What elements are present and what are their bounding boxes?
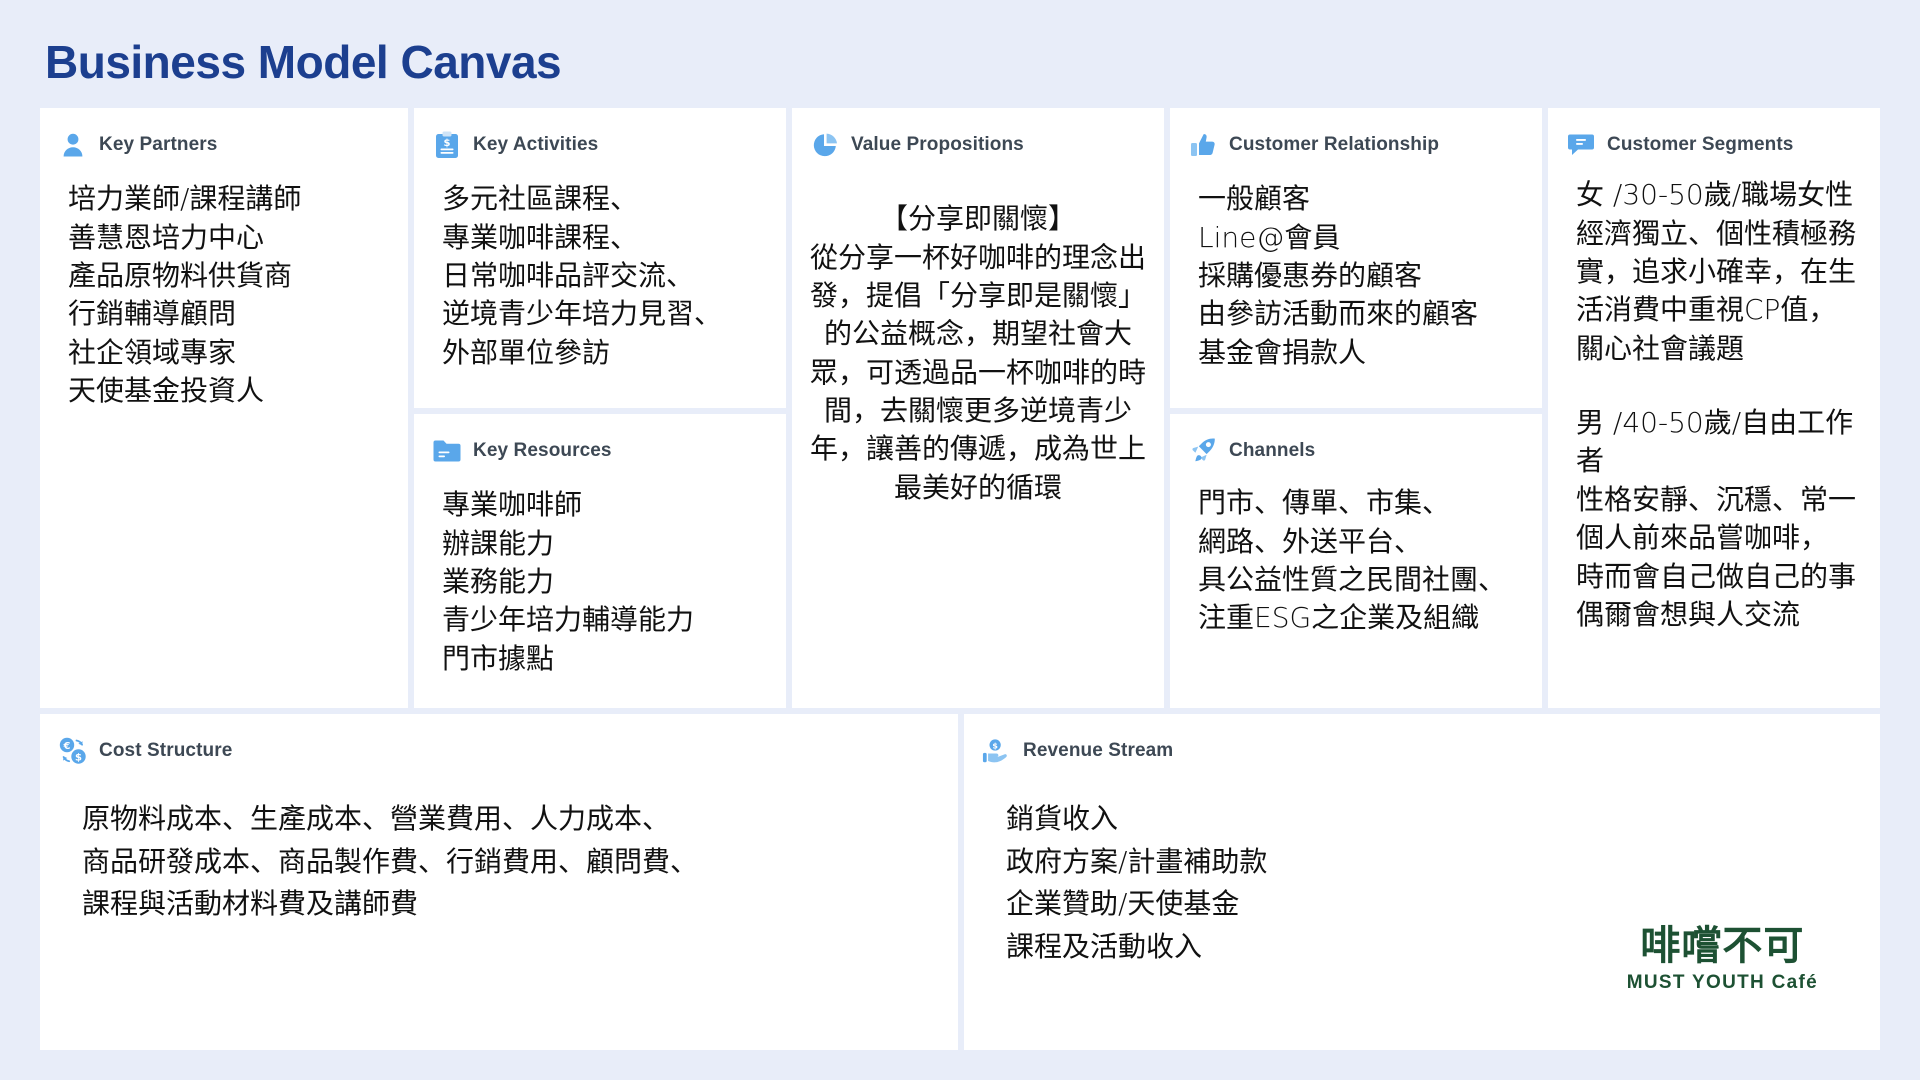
currency-exchange-icon: € $: [58, 736, 88, 766]
svg-text:$: $: [75, 753, 82, 764]
block-header: Customer Relationship: [1188, 130, 1524, 160]
block-title: Key Resources: [473, 440, 612, 462]
block-key-activities[interactable]: $ Key Activities 多元社區課程、 專業咖啡課程、 日常咖啡品評交…: [414, 108, 786, 409]
block-title: Cost Structure: [99, 740, 233, 762]
block-content-segment-male: 男 /40-50歲/自由工作者 性格安靜、沉穩、常一個人前來品嘗咖啡， 時而會自…: [1576, 406, 1857, 631]
block-customer-relationship[interactable]: Customer Relationship 一般顧客 Line@會員 採購優惠券…: [1170, 108, 1542, 409]
block-header: Customer Segments: [1566, 130, 1862, 160]
block-revenue-stream[interactable]: $ Revenue Stream 銷貨收入 政府方案/計畫補助款 企業贊助/天使…: [964, 714, 1880, 1050]
block-key-resources[interactable]: Key Resources 專業咖啡師 辦課能力 業務能力 青少年培力輔導能力 …: [414, 414, 786, 709]
block-channels[interactable]: Channels 門市、傳單、市集、 網路、外送平台、 具公益性質之民間社團、 …: [1170, 414, 1542, 709]
rocket-icon: [1188, 436, 1218, 466]
block-content: 門市、傳單、市集、 網路、外送平台、 具公益性質之民間社團、 注重ESG之企業及…: [1198, 486, 1507, 635]
logo-chinese-mark: 啡嚐不可: [1640, 923, 1805, 969]
block-header: Value Propositions: [810, 130, 1146, 160]
block-title: Key Partners: [99, 134, 218, 156]
canvas-bottom-row: € $ Cost Structure 原物料成本、生產成本、營業費用、人力成本、…: [40, 714, 1880, 1050]
block-title: Channels: [1229, 440, 1316, 462]
block-content: 一般顧客 Line@會員 採購優惠券的顧客 由參訪活動而來的顧客 基金會捐款人: [1198, 182, 1479, 369]
column-key-partners: Key Partners 培力業師/課程講師 善慧恩培力中心 產品原物料供貨商 …: [40, 108, 408, 709]
speech-bubble-icon: [1566, 130, 1596, 160]
column-customer-segments: Customer Segments 女 /30-50歲/職場女性 經濟獨立、個性…: [1548, 108, 1880, 709]
business-model-canvas: Key Partners 培力業師/課程講師 善慧恩培力中心 產品原物料供貨商 …: [40, 108, 1880, 1050]
block-content: 多元社區課程、 專業咖啡課程、 日常咖啡品評交流、 逆境青少年培力見習、 外部單…: [442, 182, 723, 369]
column-customer-relationship-channels: Customer Relationship 一般顧客 Line@會員 採購優惠券…: [1170, 108, 1542, 709]
svg-text:$: $: [444, 138, 451, 149]
svg-text:$: $: [992, 742, 998, 751]
brand-logo: 啡嚐不可 MUST YOUTH Café: [1627, 926, 1818, 992]
block-content: 原物料成本、生產成本、營業費用、人力成本、 商品研發成本、商品製作費、行銷費用、…: [82, 802, 699, 921]
block-customer-segments[interactable]: Customer Segments 女 /30-50歲/職場女性 經濟獨立、個性…: [1548, 108, 1880, 709]
block-content-segment-female: 女 /30-50歲/職場女性 經濟獨立、個性積極務實，追求小確幸，在生活消費中重…: [1576, 178, 1857, 365]
block-title: Value Propositions: [851, 134, 1024, 156]
canvas-top-row: Key Partners 培力業師/課程講師 善慧恩培力中心 產品原物料供貨商 …: [40, 108, 1880, 709]
block-title: Key Activities: [473, 134, 599, 156]
block-cost-structure[interactable]: € $ Cost Structure 原物料成本、生產成本、營業費用、人力成本、…: [40, 714, 958, 1050]
logo-english-name: MUST YOUTH Café: [1626, 972, 1818, 993]
block-value-propositions[interactable]: Value Propositions 【分享即關懷】 從分享一杯好咖啡的理念出發…: [792, 108, 1164, 709]
block-content: 專業咖啡師 辦課能力 業務能力 青少年培力輔導能力 門市據點: [442, 488, 695, 675]
block-title: Customer Relationship: [1229, 134, 1440, 156]
block-header: $ Key Activities: [432, 130, 768, 160]
block-header: € $ Cost Structure: [58, 736, 940, 766]
block-header: Key Partners: [58, 130, 390, 160]
svg-text:€: €: [63, 741, 71, 752]
folder-icon: [432, 436, 462, 466]
block-content: 【分享即關懷】 從分享一杯好咖啡的理念出發，提倡「分享即是關懷」的公益概念，期望…: [810, 202, 1147, 504]
person-icon: [58, 130, 88, 160]
block-key-partners[interactable]: Key Partners 培力業師/課程講師 善慧恩培力中心 產品原物料供貨商 …: [40, 108, 408, 709]
hand-coin-icon: $: [982, 736, 1012, 766]
thumbs-up-icon: [1188, 130, 1218, 160]
block-header: Channels: [1188, 436, 1524, 466]
block-header: Key Resources: [432, 436, 768, 466]
page-title: Business Model Canvas: [45, 36, 562, 88]
pie-chart-icon: [810, 130, 840, 160]
block-content: 培力業師/課程講師 善慧恩培力中心 產品原物料供貨商 行銷輔導顧問 社企領域專家…: [68, 182, 302, 408]
column-value-propositions: Value Propositions 【分享即關懷】 從分享一杯好咖啡的理念出發…: [792, 108, 1164, 709]
block-header: $ Revenue Stream: [982, 736, 1862, 766]
block-title: Revenue Stream: [1023, 740, 1174, 762]
column-key-activities-resources: $ Key Activities 多元社區課程、 專業咖啡課程、 日常咖啡品評交…: [414, 108, 786, 709]
clipboard-money-icon: $: [432, 130, 462, 160]
block-title: Customer Segments: [1607, 134, 1794, 156]
